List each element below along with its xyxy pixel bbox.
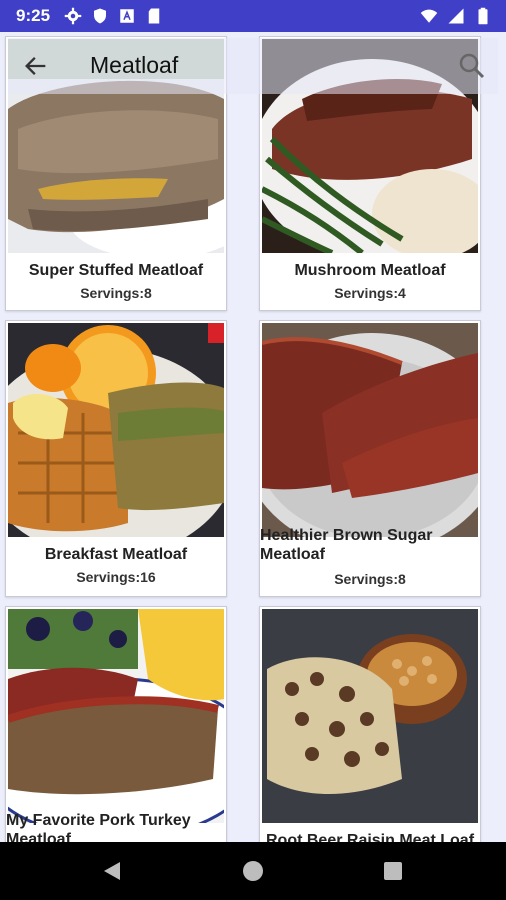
recipe-card[interactable]: Root Beer Raisin Meat Loaf: [259, 606, 481, 842]
recipe-servings: Servings:4: [334, 285, 406, 301]
recipe-card[interactable]: Healthier Brown Sugar Meatloaf Servings:…: [259, 320, 481, 597]
wifi-icon: [420, 9, 438, 23]
sd-card-icon: [148, 8, 160, 24]
recipe-image: [262, 609, 478, 823]
signal-icon: [448, 8, 464, 24]
recipe-image: [262, 323, 478, 537]
navigation-bar: [0, 842, 506, 900]
recipe-servings: Servings:8: [80, 285, 152, 301]
recipe-servings: Servings:16: [76, 569, 156, 585]
recipe-image: [8, 323, 224, 537]
recipe-title: Root Beer Raisin Meat Loaf: [265, 832, 475, 842]
gear-icon: [64, 7, 82, 25]
page-title: Meatloaf: [90, 52, 179, 78]
a-box-icon: [120, 9, 134, 23]
arrow-left-icon[interactable]: [22, 52, 50, 80]
search-icon[interactable]: [456, 50, 488, 82]
recipe-card[interactable]: Breakfast Meatloaf Servings:16: [5, 320, 227, 597]
status-bar: 9:25: [0, 0, 506, 32]
battery-icon: [478, 7, 488, 25]
recipe-title: Super Stuffed Meatloaf: [28, 262, 204, 279]
status-time: 9:25: [16, 6, 51, 25]
nav-back-icon[interactable]: [102, 861, 122, 881]
nav-home-icon[interactable]: [243, 861, 263, 881]
recipe-title: Breakfast Meatloaf: [44, 546, 188, 563]
recipe-servings: Servings:8: [334, 571, 406, 587]
shield-icon: [94, 8, 106, 24]
nav-recents-icon[interactable]: [384, 862, 402, 880]
recipe-title: Mushroom Meatloaf: [294, 262, 446, 279]
toolbar: Meatloaf: [8, 38, 498, 94]
recipe-image: [8, 609, 224, 823]
recipe-grid[interactable]: Super Stuffed Meatloaf Servings:8 Mushro…: [0, 32, 506, 842]
recipe-title: Healthier Brown Sugar Meatloaf: [260, 527, 433, 563]
recipe-card[interactable]: My Favorite Pork Turkey Meatloaf: [5, 606, 227, 842]
recipe-title: My Favorite Pork Turkey Meatloaf: [6, 812, 191, 842]
